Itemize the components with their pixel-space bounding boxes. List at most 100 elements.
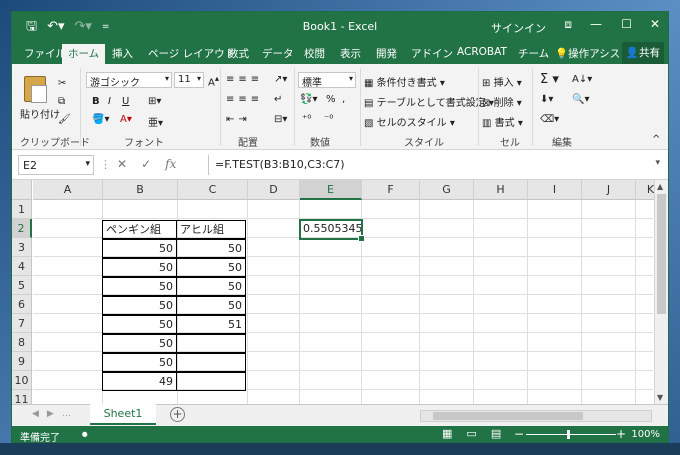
add-sheet-button[interactable]: +	[170, 407, 185, 422]
row-header-5[interactable]: 5	[12, 276, 32, 295]
phonetic-icon[interactable]: 亜▾	[148, 114, 163, 129]
cell-B8[interactable]: 50	[102, 334, 177, 353]
column-header-A[interactable]: A	[33, 180, 103, 200]
conditional-formatting-button[interactable]: ▦ 条件付き書式 ▾	[364, 74, 445, 89]
currency-icon[interactable]: 💱▾	[300, 94, 317, 105]
row-header-1[interactable]: 1	[12, 200, 32, 219]
tab-acrobat[interactable]: ACROBAT	[457, 46, 507, 58]
italic-button[interactable]: I	[108, 96, 111, 107]
row-header-8[interactable]: 8	[12, 333, 32, 352]
paste-button[interactable]: 貼り付け	[20, 106, 60, 121]
paste-icon[interactable]	[24, 76, 47, 103]
fill-icon[interactable]: ⬇▾	[540, 94, 553, 105]
zoom-level[interactable]: 100%	[631, 429, 660, 440]
zoom-in-button[interactable]: +	[616, 427, 626, 441]
page-break-view-icon[interactable]: ▤	[491, 427, 501, 440]
restore-button[interactable]: ☐	[621, 17, 632, 31]
orientation-icon[interactable]: ↗▾	[274, 74, 287, 85]
column-header-J[interactable]: J	[582, 180, 636, 200]
close-button[interactable]: ✕	[650, 17, 660, 31]
name-box[interactable]: E2 ▾	[18, 155, 94, 175]
cell-C4[interactable]: 50	[176, 258, 246, 277]
underline-button[interactable]: U	[122, 96, 129, 107]
cell-C5[interactable]: 50	[176, 277, 246, 296]
drag-handle-icon[interactable]: ⋮	[100, 158, 111, 171]
cell-C10[interactable]	[176, 372, 246, 391]
fill-color-icon[interactable]: 🪣▾	[92, 114, 109, 125]
column-header-E[interactable]: E	[300, 180, 362, 200]
font-size-combo[interactable]: 11 ▾	[174, 72, 204, 88]
border-icon[interactable]: ⊞▾	[148, 96, 161, 107]
cell-C8[interactable]	[176, 334, 246, 353]
tab-addins[interactable]: アドイン	[411, 46, 453, 61]
tab-developer[interactable]: 開発	[376, 46, 397, 61]
bold-button[interactable]: B	[92, 96, 100, 107]
indent-icons[interactable]: ⇤⇥	[226, 114, 251, 125]
merge-center-icon[interactable]: ⊟▾	[274, 114, 287, 125]
page-layout-view-icon[interactable]: ▭	[466, 427, 476, 440]
row-header-10[interactable]: 10	[12, 371, 32, 390]
collapse-ribbon-icon[interactable]: ^	[652, 134, 660, 145]
tab-file[interactable]: ファイル	[24, 46, 66, 61]
cell-B7[interactable]: 50	[102, 315, 177, 334]
horizontal-align-icons[interactable]: ≡≡≡	[226, 94, 263, 105]
column-header-C[interactable]: C	[178, 180, 248, 200]
cancel-icon[interactable]: ✕	[117, 157, 127, 171]
tab-review[interactable]: 校閲	[304, 46, 325, 61]
cell-C6[interactable]: 50	[176, 296, 246, 315]
chevron-down-icon[interactable]: ▾	[655, 158, 660, 168]
normal-view-icon[interactable]: ▦	[442, 427, 452, 440]
vertical-align-icons[interactable]: ≡≡≡	[226, 74, 263, 85]
number-format-combo[interactable]: 標準 ▾	[298, 72, 356, 89]
row-header-3[interactable]: 3	[12, 238, 32, 257]
tab-home[interactable]: ホーム	[62, 44, 106, 64]
tab-data[interactable]: データ	[262, 46, 294, 61]
cell-B2[interactable]: ペンギン組	[102, 220, 177, 239]
cell-B4[interactable]: 50	[102, 258, 177, 277]
tab-view[interactable]: 表示	[340, 46, 361, 61]
cell-B3[interactable]: 50	[102, 239, 177, 258]
tab-team[interactable]: チーム	[518, 46, 549, 61]
sort-filter-icon[interactable]: A↓▾	[572, 74, 592, 85]
tab-page-layout[interactable]: ページ レイアウト	[148, 46, 235, 61]
vertical-scrollbar[interactable]: ▲ ▼	[654, 180, 668, 404]
decrease-decimal-icon[interactable]: ⁻⁰	[324, 114, 333, 125]
tab-insert[interactable]: 挿入	[112, 46, 133, 61]
cell-B6[interactable]: 50	[102, 296, 177, 315]
horizontal-scrollbar[interactable]	[420, 410, 652, 422]
signin-link[interactable]: サインイン	[491, 20, 546, 36]
row-header-7[interactable]: 7	[12, 314, 32, 333]
minimize-button[interactable]: —	[590, 17, 602, 31]
cell-C3[interactable]: 50	[176, 239, 246, 258]
percent-button[interactable]: %	[326, 94, 336, 105]
autosum-button[interactable]: Σ ▾	[540, 72, 559, 87]
share-button[interactable]: 👤共有	[621, 42, 664, 64]
cut-icon[interactable]: ✂	[58, 78, 66, 89]
select-all-corner[interactable]	[12, 180, 32, 200]
ribbon-display-options-icon[interactable]: ⧈	[564, 17, 572, 32]
tab-formulas[interactable]: 数式	[228, 46, 249, 61]
cell-B9[interactable]: 50	[102, 353, 177, 372]
row-header-11[interactable]: 11	[12, 390, 32, 404]
row-header-4[interactable]: 4	[12, 257, 32, 276]
row-header-2[interactable]: 2	[12, 219, 32, 238]
zoom-slider-handle[interactable]	[567, 430, 570, 439]
column-header-B[interactable]: B	[103, 180, 178, 200]
sheet-nav-icons[interactable]: ◀▶…	[32, 409, 79, 419]
cell-styles-button[interactable]: ▧ セルのスタイル ▾	[364, 114, 455, 129]
increase-decimal-icon[interactable]: ⁺⁰	[302, 114, 311, 125]
copy-icon[interactable]: ⧉	[58, 96, 65, 107]
column-header-H[interactable]: H	[474, 180, 528, 200]
find-select-icon[interactable]: 🔍▾	[572, 94, 589, 105]
cell-B10[interactable]: 49	[102, 372, 177, 391]
cell-B5[interactable]: 50	[102, 277, 177, 296]
cell-C2[interactable]: アヒル組	[176, 220, 246, 239]
comma-button[interactable]: ,	[342, 94, 345, 105]
zoom-out-button[interactable]: −	[514, 427, 524, 441]
tell-me-box[interactable]: 💡操作アシス	[555, 46, 620, 61]
clear-icon[interactable]: ⌫▾	[540, 114, 559, 125]
font-name-combo[interactable]: 游ゴシック ▾	[86, 72, 172, 89]
scroll-down-icon[interactable]: ▼	[657, 393, 663, 402]
sheet-tab-sheet1[interactable]: Sheet1	[90, 404, 156, 425]
cell-C9[interactable]	[176, 353, 246, 372]
